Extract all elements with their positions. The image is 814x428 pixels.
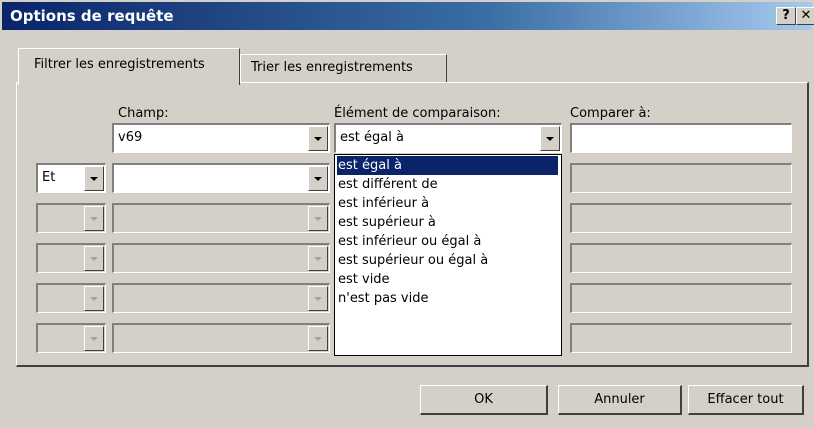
compare-to-input[interactable] — [570, 163, 792, 193]
compare-to-input — [570, 283, 792, 313]
comparison-option[interactable]: est supérieur à — [337, 213, 436, 232]
field-select — [112, 283, 330, 313]
connector-select — [36, 323, 106, 353]
field-select — [112, 323, 330, 353]
chevron-down-icon — [84, 326, 104, 351]
comparison-option[interactable]: n'est pas vide — [337, 289, 429, 308]
query-options-dialog: Options de requête ? ✕ Filtrer les enreg… — [0, 0, 814, 428]
connector-select — [36, 283, 106, 313]
chevron-down-icon — [308, 326, 328, 351]
connector-value: Et — [42, 170, 56, 185]
connector-select[interactable]: Et — [36, 163, 106, 193]
chevron-down-icon[interactable] — [84, 166, 104, 191]
compare-to-input[interactable] — [570, 123, 792, 153]
tab-sort-records-label: Trier les enregistrements — [251, 60, 413, 75]
chevron-down-icon — [84, 246, 104, 271]
ok-button[interactable]: OK — [420, 385, 548, 415]
compare-to-input — [570, 323, 792, 353]
comparison-dropdown-list[interactable]: est égal à est différent de est inférieur … — [334, 154, 562, 356]
field-select[interactable] — [112, 163, 330, 193]
chevron-down-icon — [308, 246, 328, 271]
connector-select — [36, 243, 106, 273]
tab-filter-records-label: Filtrer les enregistrements — [34, 57, 205, 72]
field-column-label: Champ: — [118, 106, 169, 121]
chevron-down-icon[interactable] — [540, 126, 560, 151]
compare-to-input — [570, 243, 792, 273]
tab-filter-records[interactable]: Filtrer les enregistrements — [18, 48, 240, 85]
clear-all-button[interactable]: Effacer tout — [688, 385, 804, 415]
chevron-down-icon[interactable] — [308, 126, 328, 151]
help-button[interactable]: ? — [776, 7, 796, 25]
close-button[interactable]: ✕ — [796, 7, 814, 25]
chevron-down-icon — [84, 286, 104, 311]
comparison-select[interactable]: est égal à — [334, 123, 562, 153]
chevron-down-icon — [308, 286, 328, 311]
comparison-option[interactable]: est supérieur ou égal à — [337, 251, 488, 270]
field-select[interactable]: v69 — [112, 123, 330, 153]
tab-sort-records[interactable]: Trier les enregistrements — [240, 54, 447, 83]
comparison-option[interactable]: est inférieur ou égal à — [337, 232, 481, 251]
comparison-option[interactable]: est différent de — [337, 175, 438, 194]
field-select — [112, 203, 330, 233]
chevron-down-icon[interactable] — [308, 166, 328, 191]
comparison-option[interactable]: est inférieur à — [337, 194, 429, 213]
chevron-down-icon — [84, 206, 104, 231]
window-title: Options de requête — [10, 7, 174, 25]
comparison-value: est égal à — [340, 130, 404, 145]
cancel-button[interactable]: Annuler — [558, 385, 682, 415]
connector-select — [36, 203, 106, 233]
chevron-down-icon — [308, 206, 328, 231]
comparison-column-label: Élément de comparaison: — [334, 106, 501, 121]
field-select — [112, 243, 330, 273]
compare-to-column-label: Comparer à: — [570, 106, 651, 121]
comparison-option[interactable]: est vide — [337, 270, 390, 289]
title-bar[interactable]: Options de requête ? ✕ — [2, 2, 814, 30]
compare-to-input — [570, 203, 792, 233]
comparison-option[interactable]: est égal à — [337, 156, 558, 175]
field-value: v69 — [118, 130, 143, 145]
